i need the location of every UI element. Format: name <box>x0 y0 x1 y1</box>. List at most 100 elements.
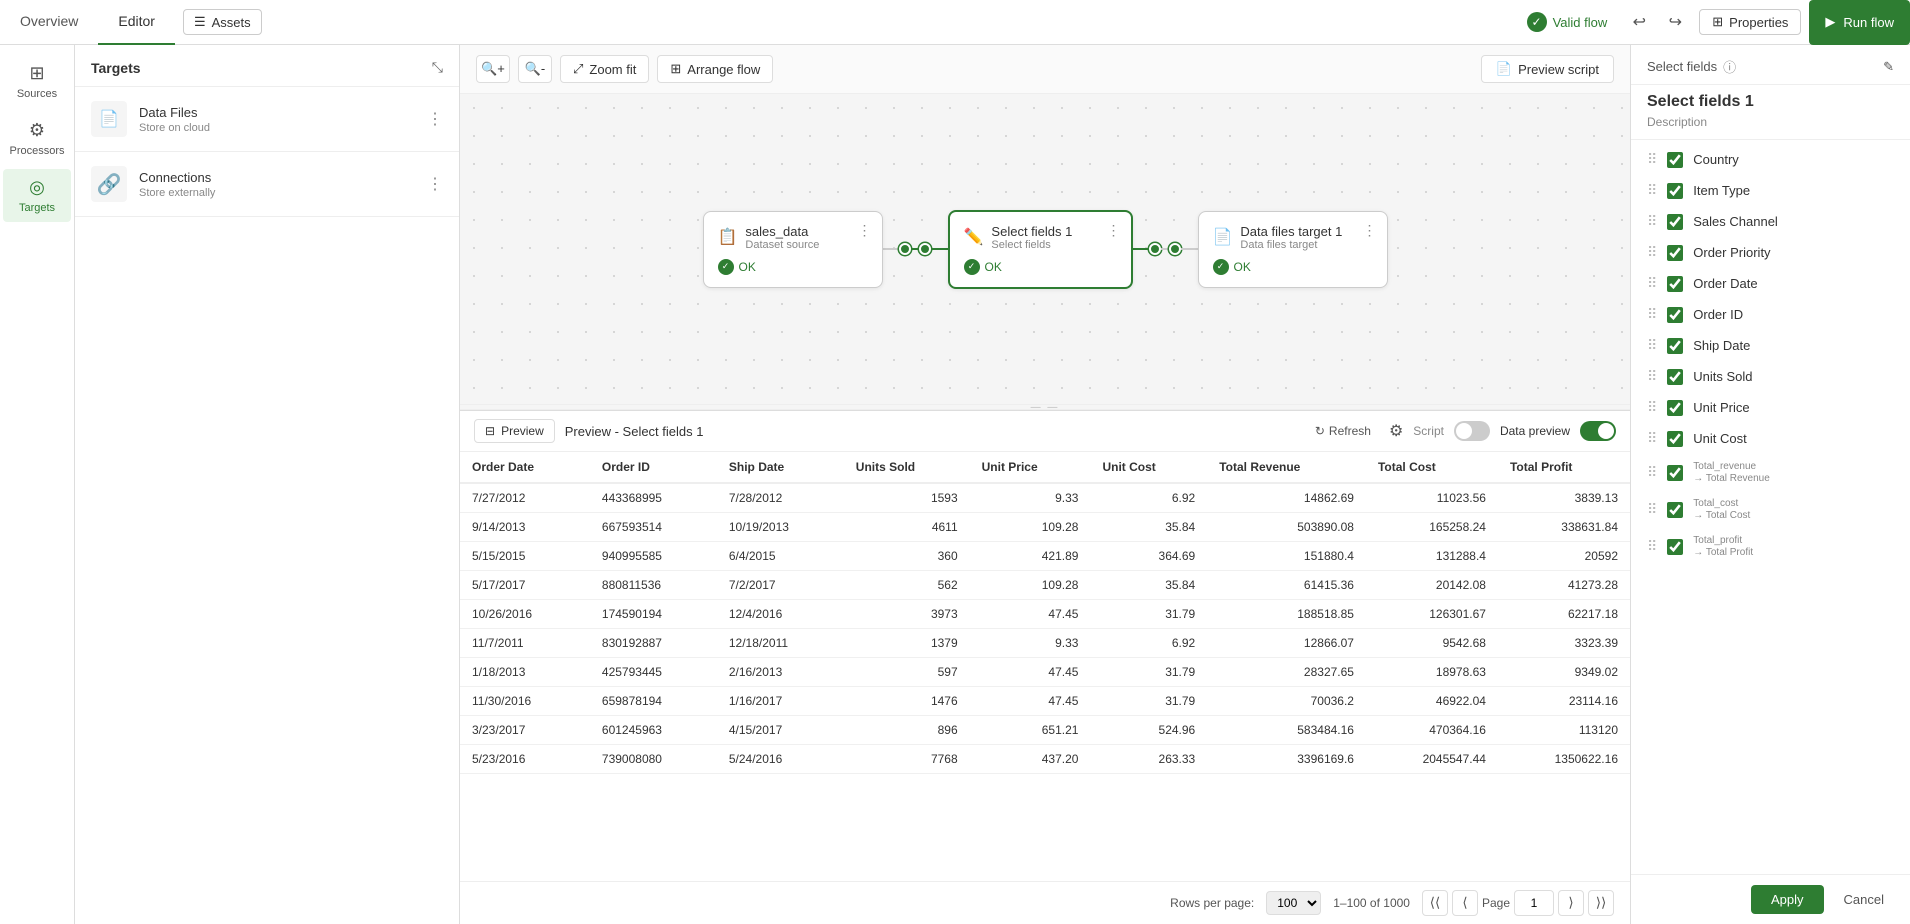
table-cell: 188518.85 <box>1207 600 1366 629</box>
settings-button[interactable]: ⚙ <box>1389 421 1403 441</box>
refresh-button[interactable]: ↻ Refresh <box>1307 420 1379 442</box>
field-checkbox-order-id[interactable] <box>1667 307 1683 323</box>
zoom-fit-icon: ⤢ <box>573 61 583 77</box>
field-checkbox-ship-date[interactable] <box>1667 338 1683 354</box>
drag-handle-icon[interactable]: ⠿ <box>1647 275 1657 292</box>
script-toggle[interactable] <box>1454 421 1490 441</box>
field-checkbox-total-revenue[interactable] <box>1667 465 1683 481</box>
drag-handle-icon[interactable]: ⠿ <box>1647 151 1657 168</box>
field-checkbox-item-type[interactable] <box>1667 183 1683 199</box>
fields-list: ⠿Country⠿Item Type⠿Sales Channel⠿Order P… <box>1631 140 1910 874</box>
cancel-button[interactable]: Cancel <box>1834 885 1894 914</box>
sources-icon: ⊞ <box>29 63 44 84</box>
field-checkbox-units-sold[interactable] <box>1667 369 1683 385</box>
table-cell: 31.79 <box>1090 600 1207 629</box>
page-number-input[interactable] <box>1514 890 1554 916</box>
sidebar-item-targets[interactable]: ◎ Targets <box>3 169 71 222</box>
connections-name: Connections <box>139 170 427 185</box>
table-row: 11/30/20166598781941/16/2017147647.4531.… <box>460 687 1630 716</box>
connections-icon: 🔗 <box>91 166 127 202</box>
table-cell: 28327.65 <box>1207 658 1366 687</box>
preview-script-button[interactable]: 📄 Preview script <box>1481 55 1614 83</box>
field-checkbox-order-priority[interactable] <box>1667 245 1683 261</box>
data-files-menu-icon[interactable]: ⋮ <box>427 109 443 129</box>
table-cell: 2045547.44 <box>1366 745 1498 774</box>
data-table-container[interactable]: Order Date Order ID Ship Date Units Sold… <box>460 452 1630 881</box>
edit-icon[interactable]: ✎ <box>1883 59 1894 75</box>
field-checkbox-sales-channel[interactable] <box>1667 214 1683 230</box>
sales-data-menu-icon[interactable]: ⋮ <box>858 222 872 239</box>
target-item-connections[interactable]: 🔗 Connections Store externally ⋮ <box>75 152 459 217</box>
field-item: ⠿Total_cost→ Total Cost <box>1631 491 1910 528</box>
field-checkbox-total-profit[interactable] <box>1667 539 1683 555</box>
flow-canvas[interactable]: 📋 sales_data Dataset source ⋮ ✓ OK <box>460 94 1630 404</box>
field-checkbox-order-date[interactable] <box>1667 276 1683 292</box>
table-cell: 47.45 <box>970 600 1091 629</box>
col-header-ship-date: Ship Date <box>717 452 844 483</box>
assets-button[interactable]: ☰ Assets <box>183 9 262 35</box>
data-files-target-menu-icon[interactable]: ⋮ <box>1363 222 1377 239</box>
field-arrow-icon: → Total Profit <box>1693 547 1753 558</box>
rows-per-page-select[interactable]: 100 50 200 <box>1266 891 1321 915</box>
drag-handle-icon[interactable]: ⠿ <box>1647 213 1657 230</box>
sidebar-item-processors[interactable]: ⚙ Processors <box>3 112 71 165</box>
drag-handle-icon[interactable]: ⠿ <box>1647 501 1657 518</box>
collapse-targets-button[interactable]: ⤡ <box>432 59 443 76</box>
field-item: ⠿Order Date <box>1631 268 1910 299</box>
drag-handle-icon[interactable]: ⠿ <box>1647 306 1657 323</box>
zoom-out-button[interactable]: 🔍- <box>518 55 552 83</box>
targets-panel: Targets ⤡ 📄 Data Files Store on cloud ⋮ … <box>75 45 460 924</box>
script-label: Script <box>1413 424 1444 438</box>
table-cell: 364.69 <box>1090 542 1207 571</box>
table-cell: 1350622.16 <box>1498 745 1630 774</box>
zoom-fit-button[interactable]: ⤢ Zoom fit <box>560 55 649 83</box>
target-item-data-files[interactable]: 📄 Data Files Store on cloud ⋮ <box>75 87 459 152</box>
sidebar-item-sources[interactable]: ⊞ Sources <box>3 55 71 108</box>
data-files-target-status: OK <box>1234 260 1251 274</box>
flow-node-data-files-target[interactable]: 📄 Data files target 1 Data files target … <box>1198 211 1388 288</box>
field-checkbox-unit-cost[interactable] <box>1667 431 1683 447</box>
drag-handle-icon[interactable]: ⠿ <box>1647 337 1657 354</box>
run-flow-button[interactable]: ▶ Run flow <box>1809 0 1910 45</box>
first-page-button[interactable]: ⟨⟨ <box>1422 890 1448 916</box>
arrange-flow-button[interactable]: ⊞ Arrange flow <box>657 55 773 83</box>
connections-menu-icon[interactable]: ⋮ <box>427 174 443 194</box>
table-cell: 437.20 <box>970 745 1091 774</box>
flow-node-select-fields[interactable]: ✏️ Select fields 1 Select fields ⋮ ✓ OK <box>948 210 1133 289</box>
sales-data-status: OK <box>739 260 756 274</box>
table-cell: 4611 <box>844 513 970 542</box>
data-files-icon: 📄 <box>91 101 127 137</box>
tab-editor[interactable]: Editor <box>98 0 175 45</box>
field-checkbox-unit-price[interactable] <box>1667 400 1683 416</box>
drag-handle-icon[interactable]: ⠿ <box>1647 399 1657 416</box>
table-cell: 12/4/2016 <box>717 600 844 629</box>
prev-page-button[interactable]: ⟨ <box>1452 890 1478 916</box>
drag-handle-icon[interactable]: ⠿ <box>1647 368 1657 385</box>
drag-handle-icon[interactable]: ⠿ <box>1647 464 1657 481</box>
drag-handle-icon[interactable]: ⠿ <box>1647 244 1657 261</box>
last-page-button[interactable]: ⟩⟩ <box>1588 890 1614 916</box>
undo-button[interactable]: ↩ <box>1623 6 1655 38</box>
field-checkbox-country[interactable] <box>1667 152 1683 168</box>
redo-button[interactable]: ↪ <box>1659 6 1691 38</box>
select-fields-menu-icon[interactable]: ⋮ <box>1107 222 1121 239</box>
properties-button[interactable]: ⊞ Properties <box>1699 9 1801 35</box>
preview-toggle-button[interactable]: ⊟ Preview <box>474 419 555 443</box>
zoom-in-button[interactable]: 🔍+ <box>476 55 510 83</box>
data-preview-toggle[interactable] <box>1580 421 1616 441</box>
apply-button[interactable]: Apply <box>1751 885 1824 914</box>
drag-handle-icon[interactable]: ⠿ <box>1647 182 1657 199</box>
table-cell: 830192887 <box>590 629 717 658</box>
field-label-unit-cost: Unit Cost <box>1693 431 1894 446</box>
flow-node-sales-data[interactable]: 📋 sales_data Dataset source ⋮ ✓ OK <box>703 211 883 288</box>
drag-handle-icon[interactable]: ⠿ <box>1647 538 1657 555</box>
field-checkbox-total-cost[interactable] <box>1667 502 1683 518</box>
right-panel-footer: Apply Cancel <box>1631 874 1910 924</box>
col-header-unit-cost: Unit Cost <box>1090 452 1207 483</box>
table-cell: 6/4/2015 <box>717 542 844 571</box>
next-page-button[interactable]: ⟩ <box>1558 890 1584 916</box>
table-cell: 597 <box>844 658 970 687</box>
drag-handle-icon[interactable]: ⠿ <box>1647 430 1657 447</box>
table-cell: 35.84 <box>1090 571 1207 600</box>
tab-overview[interactable]: Overview <box>0 0 98 45</box>
